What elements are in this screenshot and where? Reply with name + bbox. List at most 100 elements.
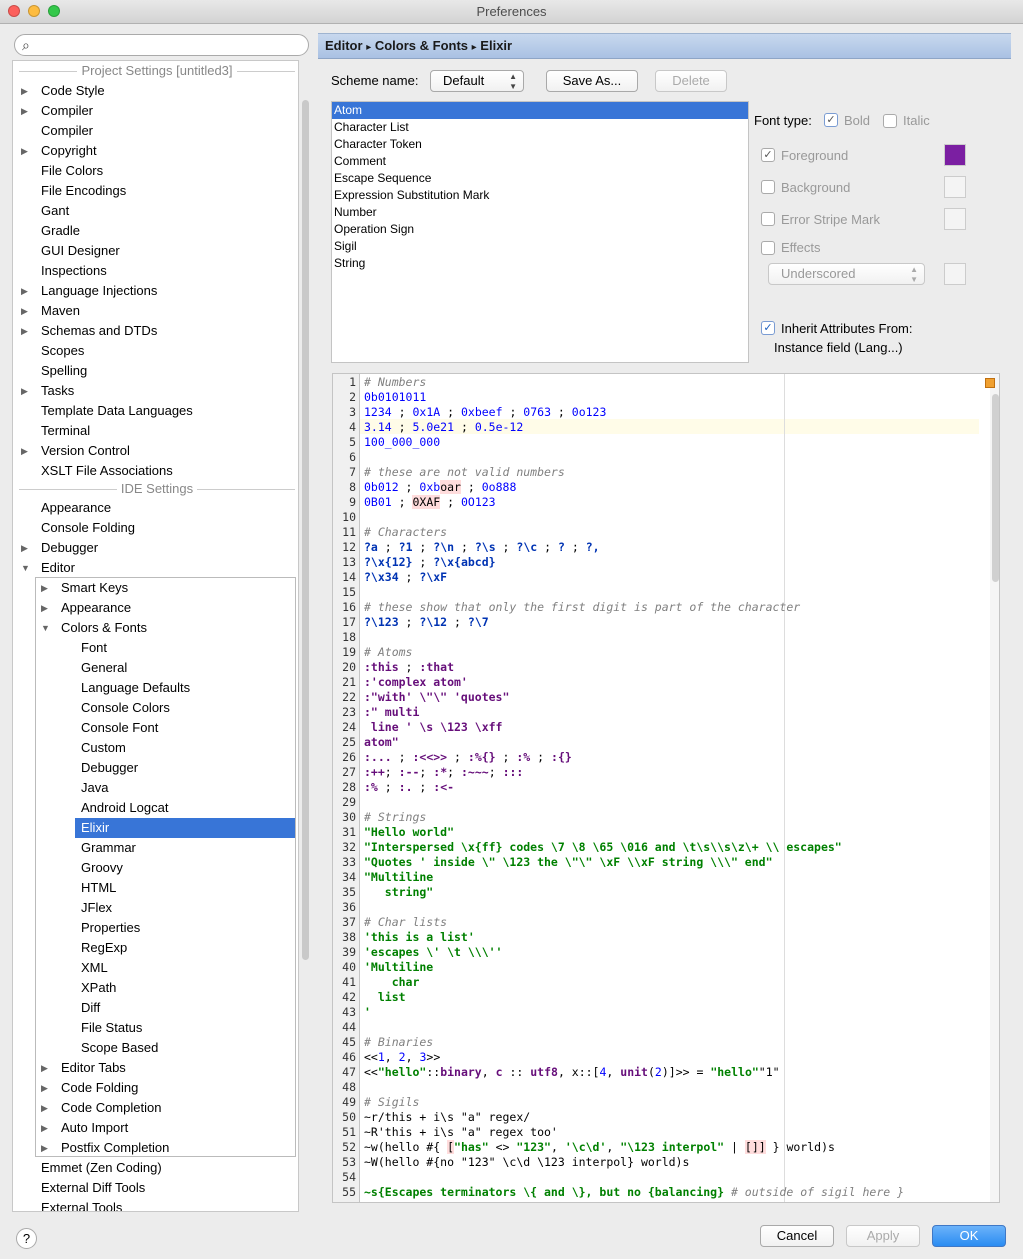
tree-item[interactable]: ▼ Editor	[21, 558, 75, 578]
effects-checkbox[interactable]	[761, 241, 775, 255]
tree-item[interactable]: Language Defaults	[81, 678, 190, 698]
expand-arrow-icon[interactable]: ▶	[21, 81, 31, 101]
tree-item[interactable]: General	[81, 658, 127, 678]
preview-scrollbar[interactable]	[990, 374, 999, 1202]
delete-button[interactable]: Delete	[655, 70, 727, 92]
zoom-window-button[interactable]	[48, 5, 60, 17]
attribute-list-item[interactable]: Operation Sign	[332, 221, 748, 238]
help-button[interactable]: ?	[16, 1228, 37, 1249]
tree-item[interactable]: XPath	[81, 978, 116, 998]
expand-arrow-icon[interactable]: ▶	[21, 281, 31, 301]
breadcrumb-item[interactable]: Editor	[325, 38, 363, 53]
tree-item[interactable]: ▶ Code Completion	[41, 1098, 161, 1118]
settings-tree-scrollbar[interactable]	[300, 60, 310, 1212]
inherit-source-link[interactable]: Instance field (Lang...)	[774, 340, 903, 355]
tree-item[interactable]: Inspections	[41, 261, 107, 281]
scrollbar-thumb[interactable]	[302, 100, 309, 960]
tree-item[interactable]: Font	[81, 638, 107, 658]
effects-select[interactable]: Underscored ▲ ▼	[768, 263, 925, 285]
foreground-checkbox[interactable]: ✓	[761, 148, 775, 162]
expand-arrow-icon[interactable]: ▶	[41, 1078, 51, 1098]
foreground-color-swatch[interactable]	[944, 144, 966, 166]
attribute-list-item[interactable]: String	[332, 255, 748, 272]
background-checkbox[interactable]	[761, 180, 775, 194]
tree-item[interactable]: Diff	[81, 998, 100, 1018]
expand-arrow-icon[interactable]: ▶	[41, 598, 51, 618]
tree-item[interactable]: Console Font	[81, 718, 158, 738]
scheme-select[interactable]: Default ▲ ▼	[430, 70, 524, 92]
tree-item[interactable]: Gradle	[41, 221, 80, 241]
tree-item[interactable]: ▶ Schemas and DTDs	[21, 321, 157, 341]
attribute-list-item[interactable]: Sigil	[332, 238, 748, 255]
error-stripe-color-swatch[interactable]	[944, 208, 966, 230]
attribute-list-item[interactable]: Character Token	[332, 136, 748, 153]
bold-checkbox[interactable]: ✓	[824, 113, 838, 127]
tree-item[interactable]: ▶ Copyright	[21, 141, 97, 161]
error-stripe-checkbox[interactable]	[761, 212, 775, 226]
tree-item[interactable]: Properties	[81, 918, 140, 938]
expand-arrow-icon[interactable]: ▶	[41, 1098, 51, 1118]
tree-item[interactable]: External Diff Tools	[41, 1178, 145, 1198]
close-window-button[interactable]	[8, 5, 20, 17]
tree-item[interactable]: ▶ Editor Tabs	[41, 1058, 126, 1078]
tree-item[interactable]: XML	[81, 958, 108, 978]
tree-item[interactable]: ▶ Maven	[21, 301, 80, 321]
tree-item[interactable]: Template Data Languages	[41, 401, 193, 421]
tree-item[interactable]: Debugger	[81, 758, 138, 778]
tree-item[interactable]: ▶ Debugger	[21, 538, 98, 558]
tree-item[interactable]: Emmet (Zen Coding)	[41, 1158, 162, 1178]
expand-arrow-icon[interactable]: ▶	[21, 538, 31, 558]
expand-arrow-icon[interactable]: ▶	[21, 321, 31, 341]
tree-item[interactable]: Java	[81, 778, 108, 798]
tree-item[interactable]: Appearance	[41, 498, 111, 518]
expand-arrow-icon[interactable]: ▼	[21, 558, 31, 578]
attribute-list-item[interactable]: Comment	[332, 153, 748, 170]
tree-item[interactable]: Compiler	[41, 121, 93, 141]
tree-item[interactable]: JFlex	[81, 898, 112, 918]
attribute-list-item[interactable]: Number	[332, 204, 748, 221]
tree-item[interactable]: Scopes	[41, 341, 84, 361]
tree-item[interactable]: ▶ Appearance	[41, 598, 131, 618]
tree-item[interactable]: File Colors	[41, 161, 103, 181]
italic-checkbox[interactable]	[883, 114, 897, 128]
scrollbar-thumb[interactable]	[992, 394, 999, 582]
apply-button[interactable]: Apply	[846, 1225, 920, 1247]
tree-item[interactable]: Groovy	[81, 858, 123, 878]
tree-item[interactable]: Scope Based	[81, 1038, 158, 1058]
tree-item[interactable]: RegExp	[81, 938, 127, 958]
tree-item[interactable]: ▶ Language Injections	[21, 281, 157, 301]
tree-item[interactable]: XSLT File Associations	[41, 461, 173, 481]
tree-item[interactable]: Spelling	[41, 361, 87, 381]
effects-color-swatch[interactable]	[944, 263, 966, 285]
search-field[interactable]: ⌕	[14, 34, 309, 56]
tree-item[interactable]: ▶ Tasks	[21, 381, 74, 401]
inspection-status-icon[interactable]	[985, 378, 995, 388]
tree-item[interactable]: ▶ Code Folding	[41, 1078, 138, 1098]
expand-arrow-icon[interactable]: ▶	[21, 101, 31, 121]
tree-item[interactable]: ▶ Code Style	[21, 81, 105, 101]
ok-button[interactable]: OK	[932, 1225, 1006, 1247]
expand-arrow-icon[interactable]: ▶	[41, 1058, 51, 1078]
expand-arrow-icon[interactable]: ▶	[21, 381, 31, 401]
tree-item-selected[interactable]: Elixir	[75, 818, 295, 838]
inherit-checkbox[interactable]: ✓	[761, 321, 775, 335]
expand-arrow-icon[interactable]: ▶	[21, 141, 31, 161]
expand-arrow-icon[interactable]: ▶	[21, 441, 31, 461]
tree-item[interactable]: ▶ Postfix Completion	[41, 1138, 169, 1158]
save-as-button[interactable]: Save As...	[546, 70, 638, 92]
tree-item[interactable]: GUI Designer	[41, 241, 120, 261]
search-input[interactable]	[39, 37, 301, 53]
tree-item[interactable]: Grammar	[81, 838, 136, 858]
tree-item[interactable]: HTML	[81, 878, 116, 898]
code-preview[interactable]: 1 # Numbers 2 0b0101011 3 1234 ; 0x1A ; 0xbee…	[332, 373, 1000, 1203]
expand-arrow-icon[interactable]: ▶	[21, 301, 31, 321]
expand-arrow-icon[interactable]: ▼	[41, 618, 51, 638]
tree-item[interactable]: Console Colors	[81, 698, 170, 718]
tree-item[interactable]: ▼ Colors & Fonts	[41, 618, 147, 638]
tree-item[interactable]: ▶ Auto Import	[41, 1118, 128, 1138]
tree-item[interactable]: ▶ Compiler	[21, 101, 93, 121]
minimize-window-button[interactable]	[28, 5, 40, 17]
tree-item[interactable]: ▶ Version Control	[21, 441, 130, 461]
tree-item[interactable]: Android Logcat	[81, 798, 168, 818]
tree-item[interactable]: Console Folding	[41, 518, 135, 538]
